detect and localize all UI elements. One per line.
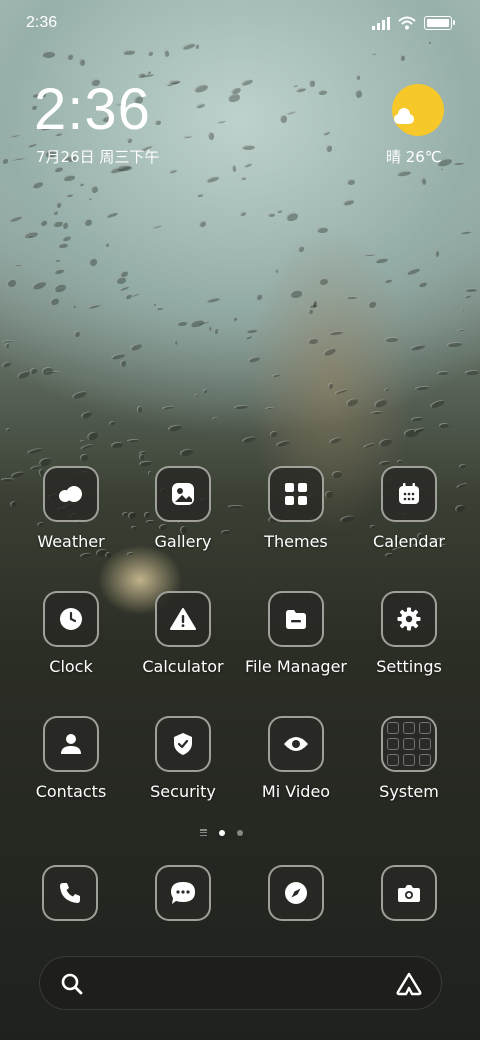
system-folder-icon bbox=[381, 716, 437, 772]
app-settings[interactable]: Settings bbox=[354, 591, 464, 676]
messages-icon bbox=[171, 882, 195, 904]
page-indicator[interactable] bbox=[200, 829, 243, 836]
dock-camera-button[interactable] bbox=[381, 865, 437, 921]
app-calculator[interactable]: Calculator bbox=[128, 591, 238, 676]
calculator-icon bbox=[155, 591, 211, 647]
clock-widget-date[interactable]: 7月26日 周三下午 bbox=[36, 146, 159, 167]
contacts-icon bbox=[43, 716, 99, 772]
app-label: Clock bbox=[49, 657, 93, 676]
app-security[interactable]: Security bbox=[128, 716, 238, 801]
app-mi-video[interactable]: Mi Video bbox=[241, 716, 351, 801]
app-label: Mi Video bbox=[261, 782, 331, 801]
status-time: 2:36 bbox=[26, 14, 58, 31]
browser-icon bbox=[285, 882, 307, 904]
settings-icon bbox=[381, 591, 437, 647]
signal-icon bbox=[372, 16, 390, 30]
file-manager-icon bbox=[268, 591, 324, 647]
app-themes[interactable]: Themes bbox=[241, 466, 351, 551]
app-label: Calculator bbox=[142, 657, 224, 676]
app-gallery[interactable]: Gallery bbox=[128, 466, 238, 551]
gallery-icon bbox=[155, 466, 211, 522]
mi-video-icon bbox=[268, 716, 324, 772]
app-label: System bbox=[379, 782, 439, 801]
app-label: Themes bbox=[264, 532, 328, 551]
security-icon bbox=[155, 716, 211, 772]
clock-widget-time[interactable]: 2:36 bbox=[34, 76, 151, 143]
app-label: File Manager bbox=[245, 657, 347, 676]
search-icon[interactable] bbox=[60, 972, 84, 996]
status-bar: 2:36 bbox=[0, 0, 480, 52]
app-clock[interactable]: Clock bbox=[16, 591, 126, 676]
dock-messages-button[interactable] bbox=[155, 865, 211, 921]
app-label: Calendar bbox=[373, 532, 445, 551]
page-dot-active[interactable] bbox=[219, 829, 225, 836]
calendar-icon bbox=[381, 466, 437, 522]
app-label: Gallery bbox=[154, 532, 212, 551]
app-weather[interactable]: Weather bbox=[16, 466, 126, 551]
app-drawer-indicator-icon[interactable] bbox=[200, 829, 207, 836]
battery-icon bbox=[424, 16, 455, 30]
app-label: Security bbox=[150, 782, 216, 801]
app-label: Weather bbox=[37, 532, 105, 551]
app-label: Settings bbox=[376, 657, 442, 676]
app-system-folder[interactable]: System bbox=[354, 716, 464, 801]
weather-icon bbox=[43, 466, 99, 522]
weather-widget-text[interactable]: 晴 26℃ bbox=[386, 146, 442, 167]
dock-browser-button[interactable] bbox=[268, 865, 324, 921]
themes-icon bbox=[268, 466, 324, 522]
sun-cloud-icon[interactable] bbox=[392, 84, 444, 136]
wifi-icon bbox=[398, 16, 416, 30]
page-dot[interactable] bbox=[237, 829, 243, 836]
app-calendar[interactable]: Calendar bbox=[354, 466, 464, 551]
assistant-icon[interactable] bbox=[395, 971, 423, 997]
clock-icon bbox=[43, 591, 99, 647]
phone-icon bbox=[60, 883, 80, 903]
app-label: Contacts bbox=[35, 782, 107, 801]
app-file-manager[interactable]: File Manager bbox=[241, 591, 351, 676]
camera-icon bbox=[398, 885, 420, 902]
search-bar[interactable] bbox=[39, 956, 442, 1010]
app-contacts[interactable]: Contacts bbox=[16, 716, 126, 801]
dock-phone-button[interactable] bbox=[42, 865, 98, 921]
